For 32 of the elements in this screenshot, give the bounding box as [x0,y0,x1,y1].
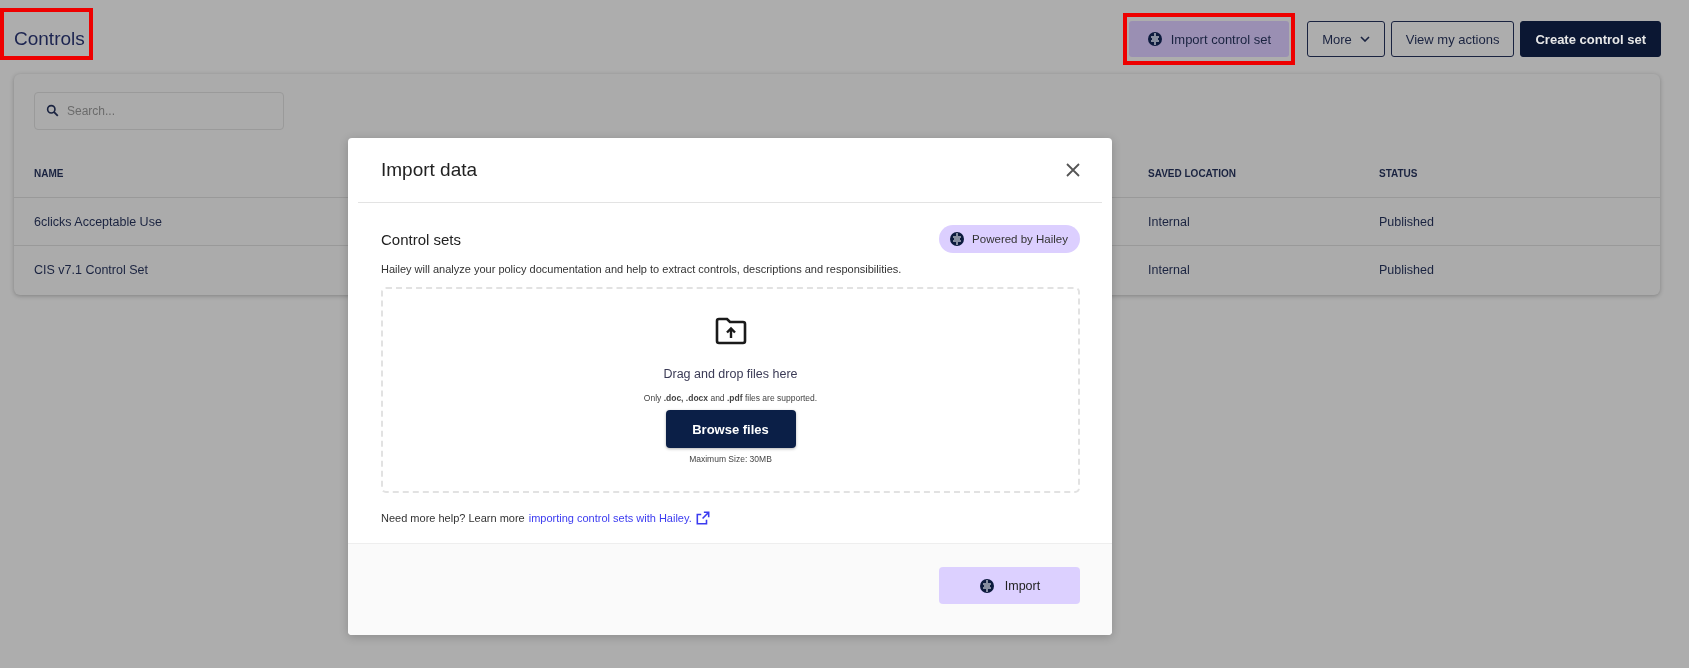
column-header: NAME [34,168,64,179]
column-header: SAVED LOCATION [1148,168,1236,179]
close-icon[interactable] [1066,163,1080,177]
file-type-hint: Only .doc, .docx and .pdf files are supported. [643,393,818,403]
external-link-icon[interactable] [695,511,710,525]
import-button[interactable]: Import [939,567,1080,604]
table-cell: 6clicks Acceptable Use [34,214,162,229]
caret-icon [1359,36,1370,42]
description: Hailey will analyze your policy documentation and help to extract controls, descriptions and responsibilities. [381,263,903,275]
action-button[interactable]: Import control set [1128,21,1290,57]
section-title: Control sets [381,230,462,248]
page-title: Controls [14,28,85,50]
drop-zone[interactable]: Drag and drop files here Only .doc, .docx and .pdf files are supported. Browse files Maximum Size: 30MB [381,287,1080,493]
action-button[interactable]: View my actions [1390,21,1515,57]
table-cell: Published [1379,262,1434,277]
help-text: Need more help? Learn more importing control sets with Hailey. [381,511,1080,525]
more-dropdown[interactable]: More [1307,21,1385,57]
drop-title: Drag and drop files here [663,367,798,381]
table-cell: Internal [1148,262,1190,277]
browse-files-button[interactable]: Browse files [665,410,796,448]
column-header: STATUS [1379,168,1418,179]
table-cell: CIS v7.1 Control Set [34,262,148,277]
action-button[interactable]: Create control set [1520,21,1661,57]
table-cell: Published [1379,214,1434,229]
badge-label: Powered by Hailey [972,233,1068,245]
help-link[interactable]: importing control sets with Hailey. [528,512,692,524]
search-icon [46,104,59,117]
dialog-title: Import data [381,159,478,181]
table-cell: Internal [1148,214,1190,229]
max-size-hint: Maximum Size: 30MB [689,454,772,464]
folder-upload-icon [714,317,747,345]
search-field[interactable]: Search... [34,92,284,130]
